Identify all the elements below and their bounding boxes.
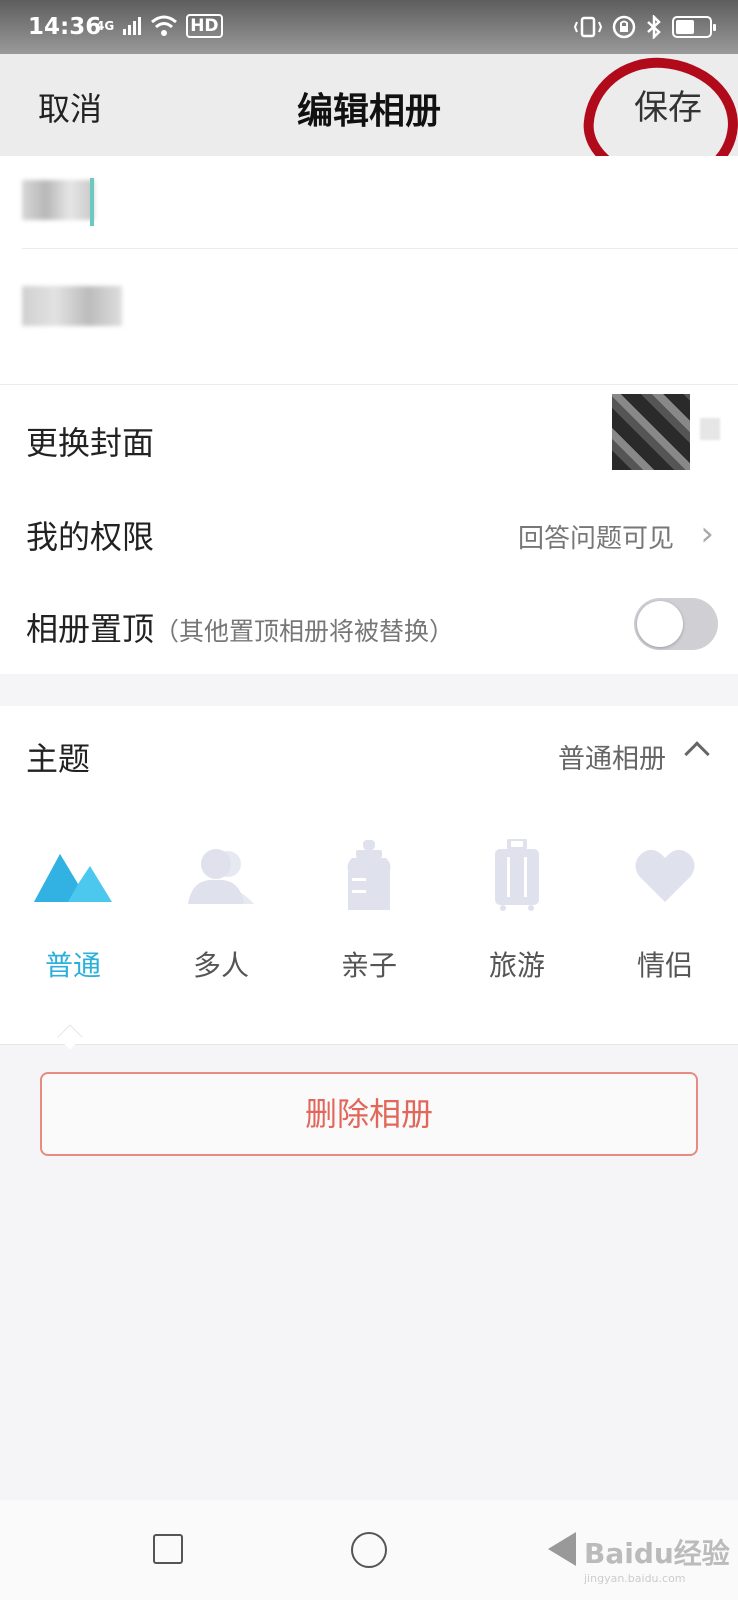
album-name-input[interactable] <box>22 180 94 220</box>
divider <box>0 384 738 385</box>
wifi-icon <box>151 15 178 36</box>
pin-album-toggle[interactable] <box>634 598 718 650</box>
hd-icon: HD <box>186 14 223 38</box>
system-nav-bar: Baidu经验 jingyan.baidu.com <box>0 1500 738 1600</box>
pin-album-label: 相册置顶（其他置顶相册将被替换） <box>26 604 454 650</box>
permission-label: 我的权限 <box>26 518 155 556</box>
theme-value: 普通相册 <box>558 744 666 775</box>
status-right-icons <box>574 15 716 39</box>
lock-rotation-icon <box>612 15 636 39</box>
cover-thumbnail[interactable] <box>612 394 690 470</box>
theme-option-label: 情侣 <box>636 949 693 982</box>
mountain-icon <box>18 840 128 910</box>
theme-option-label: 旅游 <box>488 949 545 982</box>
bluetooth-icon <box>647 15 661 39</box>
suitcase-icon <box>462 839 572 911</box>
signal-group: 4G HD <box>96 14 223 38</box>
theme-option-label: 亲子 <box>340 949 397 982</box>
network-type: 4G <box>96 19 115 33</box>
divider <box>0 1044 738 1045</box>
theme-option-couple[interactable]: 情侣 <box>610 840 720 984</box>
permission-value: 回答问题可见 <box>517 524 674 554</box>
pin-album-note: （其他置顶相册将被替换） <box>154 617 455 646</box>
theme-option-label: 普通 <box>44 949 101 982</box>
pin-album-title: 相册置顶 <box>26 610 155 648</box>
change-cover-label: 更换封面 <box>26 424 155 462</box>
people-icon <box>166 840 276 910</box>
divider <box>22 248 738 249</box>
text-cursor <box>90 178 94 226</box>
cover-indicator <box>700 418 720 440</box>
toggle-knob <box>637 601 683 647</box>
delete-album-button[interactable]: 删除相册 <box>40 1072 698 1156</box>
chevron-right-icon: › <box>700 514 714 554</box>
baidu-watermark: Baidu经验 jingyan.baidu.com <box>584 1532 730 1585</box>
home-button[interactable] <box>351 1532 387 1568</box>
signal-icon <box>123 17 142 35</box>
baby-bottle-icon <box>314 840 424 910</box>
theme-label: 主题 <box>26 740 91 778</box>
album-info-card <box>0 156 738 384</box>
album-description-input[interactable] <box>22 286 122 326</box>
theme-option-family[interactable]: 亲子 <box>314 840 424 984</box>
status-time: 14:36 <box>28 14 102 40</box>
theme-option-normal[interactable]: 普通 <box>18 840 128 984</box>
theme-option-label: 多人 <box>192 949 249 982</box>
back-button[interactable] <box>548 1532 576 1566</box>
battery-icon <box>672 16 716 38</box>
watermark-url: jingyan.baidu.com <box>584 1572 686 1585</box>
status-bar: 14:36 4G HD <box>0 0 738 54</box>
theme-option-travel[interactable]: 旅游 <box>462 839 572 984</box>
recent-apps-button[interactable] <box>153 1534 183 1564</box>
vibrate-icon <box>574 16 602 38</box>
heart-icon <box>610 840 720 910</box>
watermark-text: Baidu经验 <box>584 1537 730 1570</box>
theme-option-group[interactable]: 多人 <box>166 840 276 984</box>
